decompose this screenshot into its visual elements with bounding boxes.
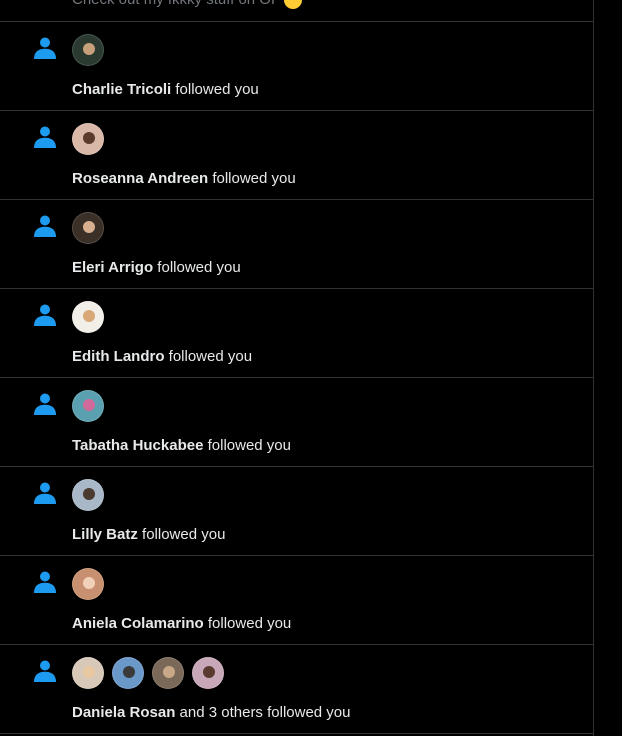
person-icon [33,570,57,594]
notification-item[interactable]: Roseanna Andreen followed you [0,111,594,199]
notification-text: Tabatha Huckabee followed you [72,436,291,456]
notification-action-text: followed you [203,615,292,632]
avatar-group [72,657,232,689]
notification-action-text: followed you [203,437,291,454]
avatar[interactable] [72,390,104,422]
row-divider [0,733,594,734]
notification-text: Daniela Rosan and 3 others followed you [72,703,351,723]
notification-item[interactable]: Eleri Arrigo followed you [0,200,594,288]
notification-text: Roseanna Andreen followed you [72,169,296,189]
follower-name[interactable]: Daniela Rosan [72,704,175,721]
avatar-group [72,212,112,244]
notification-text: Lilly Batz followed you [72,525,225,545]
avatar-group [72,479,112,511]
follower-name[interactable]: Tabatha Huckabee [72,437,203,454]
notification-action-text: followed you [208,170,296,187]
person-icon [33,303,57,327]
avatar[interactable] [72,568,104,600]
notification-item[interactable]: Daniela Rosan and 3 others followed you [0,645,594,733]
avatar-group [72,123,112,155]
notification-text: Charlie Tricoli followed you [72,80,259,100]
follower-name[interactable]: Charlie Tricoli [72,81,171,98]
person-icon [33,392,57,416]
avatar[interactable] [192,657,224,689]
person-icon [33,481,57,505]
avatar[interactable] [72,301,104,333]
person-icon [33,214,57,238]
notification-text: Eleri Arrigo followed you [72,258,241,278]
follower-name[interactable]: Lilly Batz [72,526,138,543]
notification-item[interactable]: Aniela Colamarino followed you [0,556,594,644]
notification-text: Edith Landro followed you [72,347,252,367]
follower-name[interactable]: Eleri Arrigo [72,259,153,276]
avatar-group [72,34,112,66]
follower-name[interactable]: Roseanna Andreen [72,170,208,187]
person-icon [33,125,57,149]
notification-item[interactable]: Lilly Batz followed you [0,467,594,555]
previous-notification-snippet[interactable]: Check out my fkkky stuff on OF [72,0,303,10]
avatar[interactable] [112,657,144,689]
notification-item[interactable]: Tabatha Huckabee followed you [0,378,594,466]
notification-action-text: followed you [164,348,253,365]
follower-name[interactable]: Aniela Colamarino [72,615,204,632]
emoji-icon [284,0,303,10]
person-icon [33,36,57,60]
notification-action-text: followed you [153,259,241,276]
notification-item[interactable]: Charlie Tricoli followed you [0,22,594,110]
notifications-feed: Check out my fkkky stuff on OF Charlie T… [0,0,594,736]
notification-item[interactable]: Edith Landro followed you [0,289,594,377]
avatar[interactable] [72,657,104,689]
person-icon [33,659,57,683]
avatar[interactable] [72,123,104,155]
avatar[interactable] [152,657,184,689]
notification-text: Aniela Colamarino followed you [72,614,291,634]
notification-action-text: followed you [171,81,259,98]
avatar[interactable] [72,479,104,511]
avatar[interactable] [72,34,104,66]
notification-action-text: followed you [137,526,226,543]
avatar-group [72,568,112,600]
notification-action-text: and 3 others followed you [175,704,351,721]
avatar-group [72,301,112,333]
snippet-text: Check out my fkkky stuff on OF [72,0,280,8]
follower-name[interactable]: Edith Landro [72,348,165,365]
avatar-group [72,390,112,422]
avatar[interactable] [72,212,104,244]
